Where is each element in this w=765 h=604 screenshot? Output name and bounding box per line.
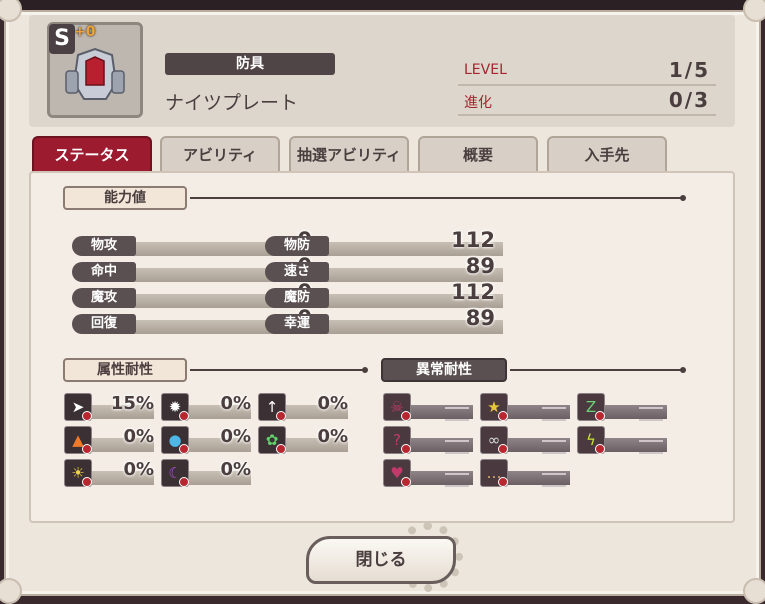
stat-label: 魔攻 — [72, 288, 136, 308]
stat-value: 89 — [465, 306, 495, 330]
resist-badge — [401, 477, 411, 487]
tab-status[interactable]: ステータス — [32, 136, 152, 180]
ability-section-header: 能力値 — [63, 186, 187, 210]
divider-line — [190, 195, 686, 201]
item-name: ナイツプレート — [165, 92, 299, 114]
stat-label: 回復 — [72, 314, 136, 334]
evolution-label: 進化 — [464, 95, 492, 111]
resist-badge — [595, 411, 605, 421]
tab-ability[interactable]: アビリティ — [160, 136, 280, 172]
item-category: 防具 — [165, 53, 335, 75]
res-value: 15% — [110, 393, 154, 414]
rank-badge: S — [49, 24, 75, 54]
res-value: 0% — [317, 426, 348, 447]
res-value: 0% — [317, 393, 348, 414]
stat-label: 命中 — [72, 262, 136, 282]
resist-badge — [498, 477, 508, 487]
tab-lottery-ability[interactable]: 抽選アビリティ — [289, 136, 409, 172]
empty-value-dash — [542, 440, 566, 454]
evolution-row: 進化 0/3 — [458, 88, 716, 116]
empty-value-dash — [639, 440, 663, 454]
divider-line — [510, 367, 686, 373]
stat-label: 物攻 — [72, 236, 136, 256]
ailment-resistance-header: 異常耐性 — [381, 358, 507, 382]
empty-value-dash — [542, 407, 566, 421]
res-value: 0% — [220, 426, 251, 447]
stat-label: 魔防 — [265, 288, 329, 308]
tab-overview[interactable]: 概要 — [418, 136, 538, 172]
empty-value-dash — [445, 407, 469, 421]
res-value: 0% — [123, 459, 154, 480]
res-value: 0% — [220, 459, 251, 480]
empty-value-dash — [445, 440, 469, 454]
level-value: 1/5 — [668, 58, 710, 82]
stat-value: 112 — [451, 280, 495, 304]
stat-value: 89 — [465, 254, 495, 278]
element-resistance-header: 属性耐性 — [63, 358, 187, 382]
resist-badge — [401, 444, 411, 454]
resist-badge — [498, 411, 508, 421]
stat-value: 112 — [451, 228, 495, 252]
resist-badge — [595, 444, 605, 454]
evolution-value: 0/3 — [668, 88, 710, 112]
plus-level: +0 — [74, 24, 95, 40]
stat-label: 幸運 — [265, 314, 329, 334]
corner-ornament — [743, 578, 765, 604]
level-label: LEVEL — [464, 62, 507, 78]
empty-value-dash — [542, 473, 566, 487]
resist-badge — [401, 411, 411, 421]
level-row: LEVEL 1/5 — [458, 58, 716, 86]
divider-line — [190, 367, 368, 373]
resist-badge — [498, 444, 508, 454]
res-value: 0% — [123, 426, 154, 447]
stat-label: 速さ — [265, 262, 329, 282]
corner-ornament — [0, 578, 22, 604]
empty-value-dash — [445, 473, 469, 487]
empty-value-dash — [639, 407, 663, 421]
res-value: 0% — [220, 393, 251, 414]
tab-acquisition[interactable]: 入手先 — [547, 136, 667, 172]
stat-label: 物防 — [265, 236, 329, 256]
plus-value: +0 — [74, 24, 96, 40]
close-button[interactable]: 閉じる — [306, 536, 456, 584]
